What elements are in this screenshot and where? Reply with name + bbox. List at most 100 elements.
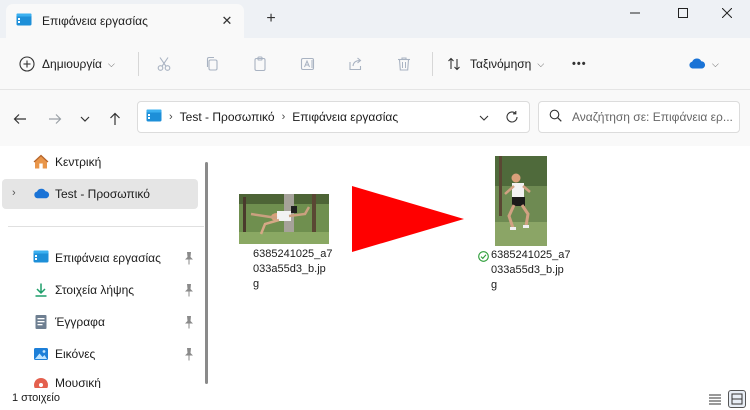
onedrive-status-button[interactable]: ⌵ [688,50,719,78]
chevron-down-icon: ⌵ [107,58,115,69]
file-name-line: 6385241025_a7 [491,249,571,261]
chevron-down-icon [80,116,90,122]
music-icon [33,377,49,388]
maximize-button[interactable] [660,0,706,26]
chevron-down-icon [479,115,489,121]
download-icon [33,282,49,298]
pin-icon[interactable] [183,251,195,265]
address-bar[interactable]: › Test - Προσωπικό › Επιφάνεια εργασίας [137,101,530,133]
close-window-button[interactable] [704,0,750,26]
file-name-line: g [491,279,498,291]
file-item[interactable]: 6385241025_a7 033a55d3_b.jp g [476,156,576,298]
sidebar-item-downloads[interactable]: Στοιχεία λήψης [2,275,198,305]
maximize-icon [678,8,688,18]
close-tab-button[interactable]: ✕ [218,12,236,30]
plus-circle-icon [16,50,38,78]
arrow-right-icon [49,114,62,124]
search-placeholder: Αναζήτηση σε: Επιφάνεια ερ... [572,110,733,124]
sidebar-divider [8,226,204,227]
title-bar: Επιφάνεια εργασίας ✕ + [0,0,750,38]
details-view-button[interactable] [706,390,724,408]
sort-button-label: Ταξινόμηση [470,57,532,71]
photo-thumbnail [495,156,547,246]
toolbar-divider [432,52,433,76]
file-name-line: 033a55d3_b.jp [253,263,326,275]
refresh-button[interactable] [505,110,519,127]
tab-desktop[interactable]: Επιφάνεια εργασίας ✕ [6,4,244,38]
chevron-down-icon: ⌵ [712,58,719,69]
breadcrumb-desktop[interactable]: Επιφάνεια εργασίας [292,110,398,124]
sidebar-item-label: Στοιχεία λήψης [55,283,135,297]
new-button[interactable]: Δημιουργία ⌵ [16,50,115,78]
search-box[interactable]: Αναζήτηση σε: Επιφάνεια ερ... [538,101,740,133]
arrow-up-icon [110,112,120,125]
sidebar-item-label: Μουσική [55,376,101,388]
delete-button[interactable] [390,50,418,78]
toolbar-divider [138,52,139,76]
new-button-label: Δημιουργία [42,57,102,71]
search-icon [549,109,562,125]
sort-button[interactable]: Ταξινόμηση ⌵ [444,50,544,78]
tiles-view-button[interactable] [728,390,746,408]
new-tab-button[interactable]: + [260,8,282,30]
file-item[interactable]: 6385241025_a7 033a55d3_b.jp g [239,194,333,299]
sidebar-item-label: Επιφάνεια εργασίας [55,251,161,265]
sidebar-item-label: Έγγραφα [55,315,105,329]
sidebar-item-music[interactable]: Μουσική [2,371,198,388]
desktop-icon [33,250,49,266]
pin-icon[interactable] [183,283,195,297]
file-list: 6385241025_a7 033a55d3_b.jp g 6385241025… [214,146,750,388]
minimize-icon [630,12,640,14]
minimize-button[interactable] [612,0,658,26]
more-options-button[interactable]: ••• [572,50,587,78]
command-bar: Δημιουργία ⌵ Ταξινόμηση ⌵ ••• ⌵ [0,38,750,90]
scissors-icon [150,50,178,78]
red-arrow-icon [352,186,464,252]
recent-locations-button[interactable] [74,108,96,130]
more-icon: ••• [572,58,587,70]
pictures-icon [33,346,49,362]
back-button[interactable] [9,108,31,130]
pin-icon[interactable] [183,347,195,361]
refresh-icon [506,111,518,123]
sidebar-item-home[interactable]: Κεντρική [2,147,198,177]
copy-button[interactable] [198,50,226,78]
trash-icon [390,50,418,78]
close-icon [722,8,732,18]
sidebar-item-test-personal[interactable]: › Test - Προσωπικό [2,179,198,209]
address-dropdown-button[interactable] [479,111,489,125]
copy-icon [198,50,226,78]
arrow-left-icon [13,114,26,124]
file-name-line: 033a55d3_b.jp [491,264,564,276]
rename-button[interactable] [294,50,322,78]
desktop-icon [16,13,32,30]
chevron-down-icon: ⌵ [537,58,545,69]
pin-icon[interactable] [183,315,195,329]
file-name: 6385241025_a7 033a55d3_b.jp g [253,247,333,292]
home-icon [33,154,49,170]
documents-icon [33,314,49,330]
chevron-right-icon[interactable]: › [12,187,16,199]
tab-title: Επιφάνεια εργασίας [42,14,148,28]
sidebar-item-documents[interactable]: Έγγραφα [2,307,198,337]
breadcrumb-test-personal[interactable]: Test - Προσωπικό [180,110,275,124]
up-button[interactable] [104,108,126,130]
file-name-line: g [253,278,260,290]
paste-button[interactable] [246,50,274,78]
clipboard-icon [246,50,274,78]
sidebar-item-desktop[interactable]: Επιφάνεια εργασίας [2,243,198,273]
navigation-pane: Κεντρική › Test - Προσωπικό Επιφάνεια ερ… [0,146,214,388]
synced-check-icon [478,251,489,262]
sidebar-item-pictures[interactable]: Εικόνες [2,339,198,369]
sidebar-scrollbar[interactable] [205,162,208,384]
share-button[interactable] [342,50,370,78]
details-view-icon [709,394,721,405]
desktop-icon [146,109,162,126]
cut-button[interactable] [150,50,178,78]
item-count: 1 στοιχείο [12,392,60,404]
forward-button[interactable] [44,108,66,130]
onedrive-cloud-icon [33,187,50,203]
share-icon [342,50,370,78]
sort-arrows-icon [444,50,464,78]
sidebar-item-label: Test - Προσωπικό [55,187,150,201]
